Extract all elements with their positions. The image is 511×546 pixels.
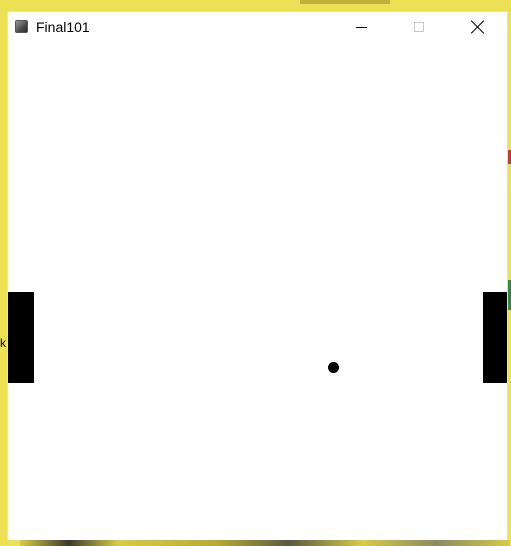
game-window: Final101 <box>7 11 508 540</box>
game-canvas[interactable] <box>8 42 507 540</box>
minimize-icon <box>355 26 367 28</box>
desktop-strip-bottom <box>20 540 510 546</box>
window-title: Final101 <box>36 19 90 35</box>
title-bar[interactable]: Final101 <box>8 12 507 42</box>
right-paddle <box>483 292 507 383</box>
ball <box>328 362 339 373</box>
desktop-strip-top <box>300 0 390 4</box>
maximize-button[interactable] <box>396 12 442 42</box>
minimize-button[interactable] <box>338 12 384 42</box>
app-icon <box>15 20 28 33</box>
left-paddle <box>8 292 34 383</box>
maximize-icon <box>414 22 424 32</box>
close-button[interactable] <box>455 12 501 42</box>
close-icon <box>471 20 485 34</box>
